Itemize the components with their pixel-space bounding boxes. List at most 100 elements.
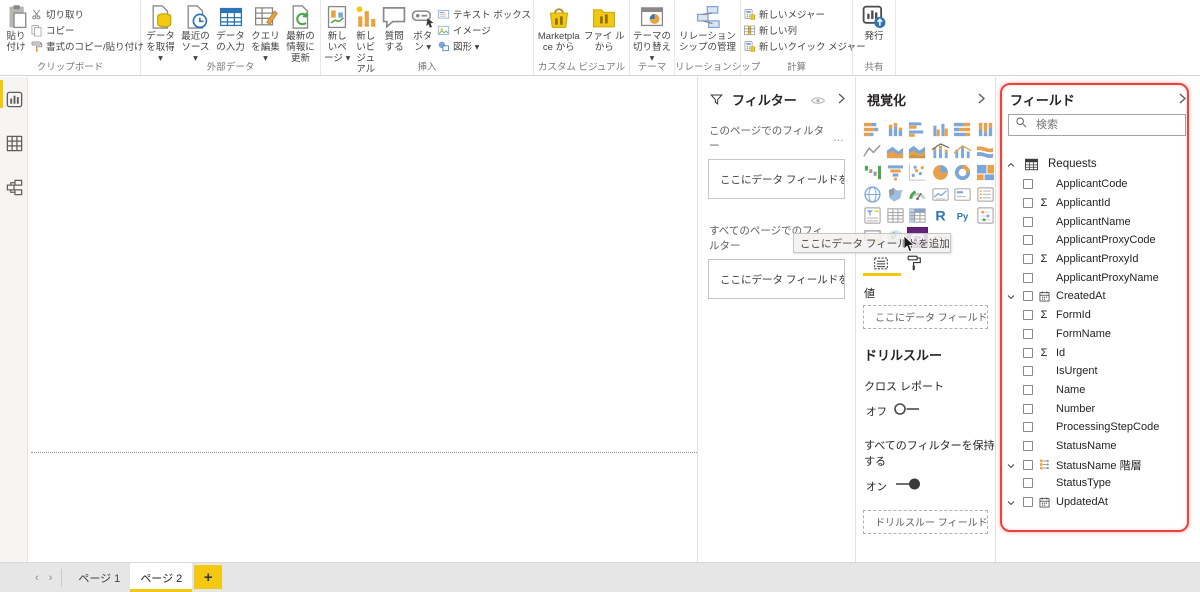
viz-type-map-icon[interactable] <box>863 185 882 204</box>
field-row[interactable]: ApplicantProxyName <box>996 268 1196 287</box>
viz-type-filled-map-icon[interactable] <box>886 185 905 204</box>
viz-type-line-icon[interactable] <box>863 142 882 161</box>
ribbon-item-enter-data[interactable]: データの入力 <box>214 2 247 54</box>
ribbon-item-recent-sources[interactable]: 最近のソース ▾ <box>179 2 212 65</box>
field-row[interactable]: Name <box>996 381 1196 400</box>
viz-type-gauge-icon[interactable] <box>908 185 927 204</box>
field-checkbox[interactable] <box>1023 198 1033 209</box>
collapse-table-chevron-icon[interactable] <box>1005 158 1017 170</box>
field-row[interactable]: StatusName 階層 <box>996 455 1196 474</box>
ribbon-item-get-data[interactable]: データを取得 ▾ <box>144 2 177 65</box>
ribbon-item-switch-theme[interactable]: テーマの切り替え ▾ <box>633 2 671 65</box>
viz-type-stacked-bar-icon[interactable] <box>863 120 882 139</box>
page-tab[interactable]: ページ 1 <box>68 563 130 592</box>
ribbon-item-button[interactable]: ボタン ▾ <box>409 2 435 54</box>
viz-type-key-influencers-icon[interactable] <box>976 206 995 225</box>
ribbon-item-shapes[interactable]: 図形 ▾ <box>437 38 531 54</box>
field-checkbox[interactable] <box>1023 440 1033 451</box>
viz-type-stacked-column-icon[interactable] <box>886 120 905 139</box>
field-checkbox[interactable] <box>1023 291 1033 302</box>
ribbon-item-marketplace[interactable]: Marketplace から <box>537 2 581 54</box>
filter-dropzone-all-pages[interactable]: ここにデータ フィールドを追加し... <box>708 259 845 299</box>
ribbon-item-new-measure[interactable]: 新しいメジャー <box>743 6 866 22</box>
collapse-filters-chevron-icon[interactable] <box>838 93 846 106</box>
field-checkbox[interactable] <box>1023 347 1033 358</box>
field-checkbox[interactable] <box>1023 328 1033 339</box>
field-row[interactable]: Σ ApplicantProxyId <box>996 250 1196 269</box>
viz-type-kpi-icon[interactable] <box>931 185 950 204</box>
keep-filters-toggle[interactable] <box>893 477 923 496</box>
viz-type-clustered-bar-icon[interactable] <box>908 120 927 139</box>
field-checkbox[interactable] <box>1023 497 1033 508</box>
field-row[interactable]: Number <box>996 399 1196 418</box>
viz-type-scatter-icon[interactable] <box>908 163 927 182</box>
viz-type-matrix-icon[interactable] <box>908 206 927 225</box>
viz-type-slicer-icon[interactable] <box>863 206 882 225</box>
next-page-arrow[interactable]: › <box>44 572 58 584</box>
expand-field-chevron-icon[interactable] <box>1005 459 1017 471</box>
viz-type-stacked-area-icon[interactable] <box>908 142 927 161</box>
ribbon-item-new-quick-measure[interactable]: 新しいクイック メジャー <box>743 38 866 54</box>
sidebar-model-view-button[interactable] <box>0 165 28 209</box>
ribbon-item-image[interactable]: イメージ <box>437 22 531 38</box>
collapse-visualizations-chevron-icon[interactable] <box>978 93 986 106</box>
field-row[interactable]: Σ Id <box>996 343 1196 362</box>
field-row[interactable]: UpdatedAt <box>996 493 1196 512</box>
field-checkbox[interactable] <box>1023 459 1033 470</box>
ribbon-item-cut[interactable]: 切り取り <box>30 6 144 22</box>
viz-type-treemap-icon[interactable] <box>976 163 995 182</box>
report-canvas[interactable] <box>29 77 697 562</box>
field-checkbox[interactable] <box>1023 216 1033 227</box>
expand-field-chevron-icon[interactable] <box>1005 496 1017 508</box>
ribbon-item-publish[interactable]: 発行 <box>856 2 892 43</box>
viz-type-table-icon[interactable] <box>886 206 905 225</box>
viz-type-area-icon[interactable] <box>886 142 905 161</box>
ribbon-item-format-painter[interactable]: 書式のコピー/貼り付け <box>30 38 144 54</box>
collapse-fields-chevron-icon[interactable] <box>1179 93 1187 106</box>
filter-dropzone-this-page[interactable]: ここにデータ フィールドを追加し... <box>708 159 845 199</box>
ribbon-item-new-page[interactable]: 新しいページ ▾ <box>324 2 350 65</box>
field-checkbox[interactable] <box>1023 384 1033 395</box>
field-row[interactable]: Σ ApplicantId <box>996 194 1196 213</box>
ribbon-item-manage-relationships[interactable]: リレーションシップの管理 <box>678 2 737 54</box>
field-checkbox[interactable] <box>1023 235 1033 246</box>
ribbon-item-edit-queries[interactable]: クエリを編集 ▾ <box>249 2 282 65</box>
viz-type-python-icon[interactable]: Py <box>953 206 972 225</box>
field-checkbox[interactable] <box>1023 403 1033 414</box>
page-tab[interactable]: ページ 2 <box>130 563 193 592</box>
field-search-box[interactable] <box>1008 114 1186 136</box>
drillthrough-dropzone[interactable]: ドリルスルー フィールドをここに... <box>863 509 988 534</box>
field-checkbox[interactable] <box>1023 272 1033 283</box>
add-page-button[interactable]: + <box>194 565 223 589</box>
ribbon-item-ask-question[interactable]: 質問する <box>381 2 407 54</box>
viz-type-pie-icon[interactable] <box>931 163 950 182</box>
ribbon-item-from-file[interactable]: ファイ ルから <box>583 2 627 54</box>
field-checkbox[interactable] <box>1023 254 1033 265</box>
sidebar-report-view-button[interactable] <box>0 77 28 121</box>
eye-icon[interactable] <box>810 94 826 106</box>
field-checkbox[interactable] <box>1023 422 1033 433</box>
field-checkbox[interactable] <box>1023 310 1033 321</box>
field-row[interactable]: ApplicantCode <box>996 175 1196 194</box>
ribbon-item-paste[interactable]: 貼り付け <box>3 2 29 54</box>
cross-report-toggle[interactable] <box>893 402 923 421</box>
format-paint-roller-tab[interactable] <box>905 254 925 272</box>
field-row[interactable]: StatusName <box>996 437 1196 456</box>
viz-type-card-icon[interactable] <box>953 185 972 204</box>
field-row[interactable]: IsUrgent <box>996 362 1196 381</box>
field-row[interactable]: FormName <box>996 325 1196 344</box>
viz-type-donut-icon[interactable] <box>953 163 972 182</box>
field-checkbox[interactable] <box>1023 366 1033 377</box>
field-row[interactable]: CreatedAt <box>996 287 1196 306</box>
field-checkbox[interactable] <box>1023 478 1033 489</box>
field-checkbox[interactable] <box>1023 179 1033 190</box>
viz-type-r-script-icon[interactable]: R <box>931 206 950 225</box>
search-input[interactable] <box>1034 118 1164 132</box>
viz-type-ribbon-chart-icon[interactable] <box>976 142 995 161</box>
ribbon-item-new-column[interactable]: 新しい列 <box>743 22 866 38</box>
ribbon-item-text-box[interactable]: テキスト ボックス <box>437 6 531 22</box>
more-options-button[interactable]: … <box>833 132 845 144</box>
field-row[interactable]: ProcessingStepCode <box>996 418 1196 437</box>
field-row[interactable]: Σ FormId <box>996 306 1196 325</box>
field-row[interactable]: ApplicantName <box>996 212 1196 231</box>
